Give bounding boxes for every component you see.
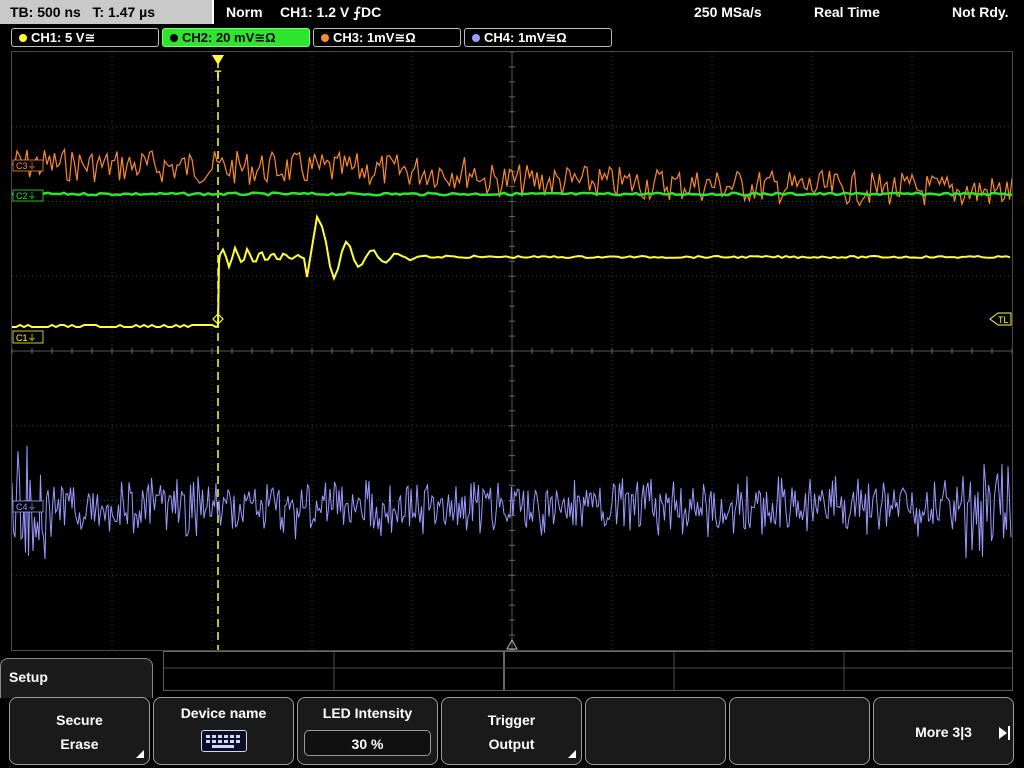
empty-softkey-6[interactable] [729, 697, 870, 765]
device-name-button[interactable]: Device name [153, 697, 294, 765]
channel-label: CH4: 1mV≅Ω [484, 30, 567, 45]
trigger-source-readout[interactable]: CH1: 1.2 V ⨍DC [280, 4, 381, 21]
timebase-readout[interactable]: TB: 500 ns T: 1.47 µs [0, 0, 214, 24]
zoom-overview-strip [163, 651, 1013, 691]
keyboard-icon [200, 730, 247, 752]
more-button[interactable]: More 3|3 [873, 697, 1014, 765]
softkey-label: Device name [180, 705, 267, 721]
softkey-label: Output [488, 736, 535, 752]
empty-softkey-5[interactable] [585, 697, 726, 765]
ch1-trace [12, 213, 1011, 329]
c3-marker-label: C3⏚ [16, 161, 37, 171]
channel-label: CH2: 20 mV≅Ω [182, 30, 276, 45]
channel-tab-ch4[interactable]: CH4: 1mV≅Ω [464, 28, 612, 47]
sample-rate: 250 MSa/s [694, 4, 762, 20]
led-intensity-value-box[interactable]: 30 % [304, 730, 431, 756]
softkey-label: LED Intensity [322, 705, 413, 721]
trigger-level-label: TL [998, 315, 1009, 325]
c1-offset-marker[interactable]: C1⏚ [12, 330, 44, 344]
submenu-corner-icon [136, 750, 144, 758]
led-intensity-button[interactable]: LED Intensity 30 % [297, 697, 438, 765]
waveform-display[interactable]: T C3⏚ C2⏚ C1⏚ C4⏚ TL [11, 51, 1013, 651]
c4-offset-marker[interactable]: C4⏚ [12, 500, 44, 513]
ch1-dot-icon [19, 34, 27, 42]
softkey-label: Erase [60, 736, 99, 752]
softkey-label: More 3|3 [915, 724, 972, 740]
next-page-icon [999, 727, 1007, 739]
menu-title-tab: Setup [0, 658, 153, 698]
secure-erase-button[interactable]: Secure Erase [9, 697, 150, 765]
softkey-label: Trigger [487, 712, 536, 728]
trigger-pos-label: T [215, 69, 222, 81]
acquisition-state: Not Rdy. [952, 4, 1009, 20]
channel-tab-ch2[interactable]: CH2: 20 mV≅Ω [162, 28, 310, 47]
c2-offset-marker[interactable]: C2⏚ [12, 189, 44, 202]
channel-tab-ch3[interactable]: CH3: 1mV≅Ω [313, 28, 461, 47]
channel-label: CH1: 5 V≅ [31, 30, 96, 45]
trigger-mode[interactable]: Norm [226, 4, 263, 20]
c1-marker-label: C1⏚ [16, 333, 37, 343]
trigger-level-marker[interactable]: TL [989, 312, 1012, 326]
led-intensity-value: 30 % [351, 736, 384, 752]
c4-marker-label: C4⏚ [16, 502, 37, 512]
c2-marker-label: C2⏚ [16, 191, 37, 201]
graticule [12, 52, 1012, 650]
acquisition-mode: Real Time [814, 4, 880, 20]
ch4-dot-icon [472, 34, 480, 42]
timebase-value: TB: 500 ns [10, 4, 81, 20]
channel-label: CH3: 1mV≅Ω [333, 30, 416, 45]
ch3-dot-icon [321, 34, 329, 42]
ch2-dot-icon [170, 34, 178, 42]
menu-title: Setup [9, 669, 48, 685]
waveform-canvas: T C3⏚ C2⏚ C1⏚ C4⏚ TL [12, 52, 1012, 650]
status-bar: TB: 500 ns T: 1.47 µs Norm CH1: 1.2 V ⨍D… [0, 0, 1024, 25]
trigger-time-value: T: 1.47 µs [92, 4, 156, 20]
trigger-output-button[interactable]: Trigger Output [441, 697, 582, 765]
channel-tab-ch1[interactable]: CH1: 5 V≅ [11, 28, 159, 47]
c3-offset-marker[interactable]: C3⏚ [12, 159, 44, 172]
next-page-bar-icon [1008, 726, 1010, 740]
submenu-corner-icon [568, 750, 576, 758]
softkey-label: Secure [56, 712, 103, 728]
